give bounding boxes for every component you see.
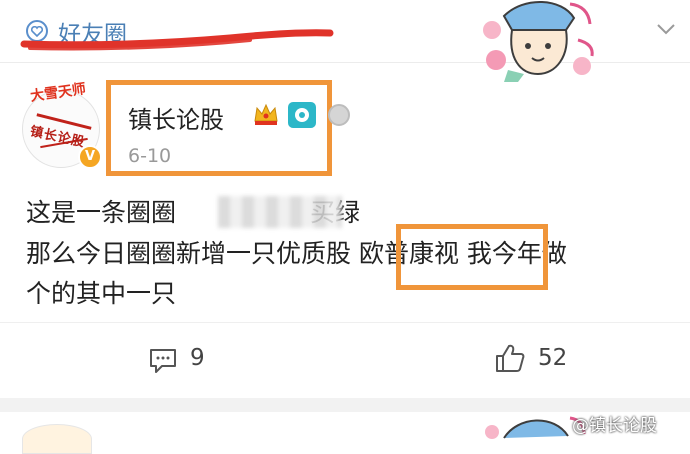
sticker-decoration xyxy=(483,1,594,82)
watermark: @镇长论股 xyxy=(572,416,657,436)
divider xyxy=(0,322,690,323)
camera-icon xyxy=(288,102,316,128)
crown-vip-icon xyxy=(254,103,278,125)
comment-count[interactable]: 9 xyxy=(190,345,205,371)
red-underline-annotation xyxy=(20,29,334,51)
username[interactable]: 镇长论股 xyxy=(128,100,224,135)
like-count[interactable]: 52 xyxy=(538,345,567,371)
highlight-box-annotation xyxy=(396,224,548,290)
card-separator xyxy=(0,398,690,412)
post-date: 6-10 xyxy=(128,145,172,167)
comment-icon[interactable] xyxy=(148,348,178,374)
blurred-text xyxy=(218,196,342,228)
verified-badge-icon: V xyxy=(78,145,102,169)
thumbs-up-icon[interactable] xyxy=(494,342,526,374)
post-body-line: 个的其中一只 xyxy=(26,279,177,308)
gear-icon xyxy=(328,104,350,126)
chevron-down-icon[interactable] xyxy=(656,22,676,36)
avatar[interactable] xyxy=(22,424,92,454)
